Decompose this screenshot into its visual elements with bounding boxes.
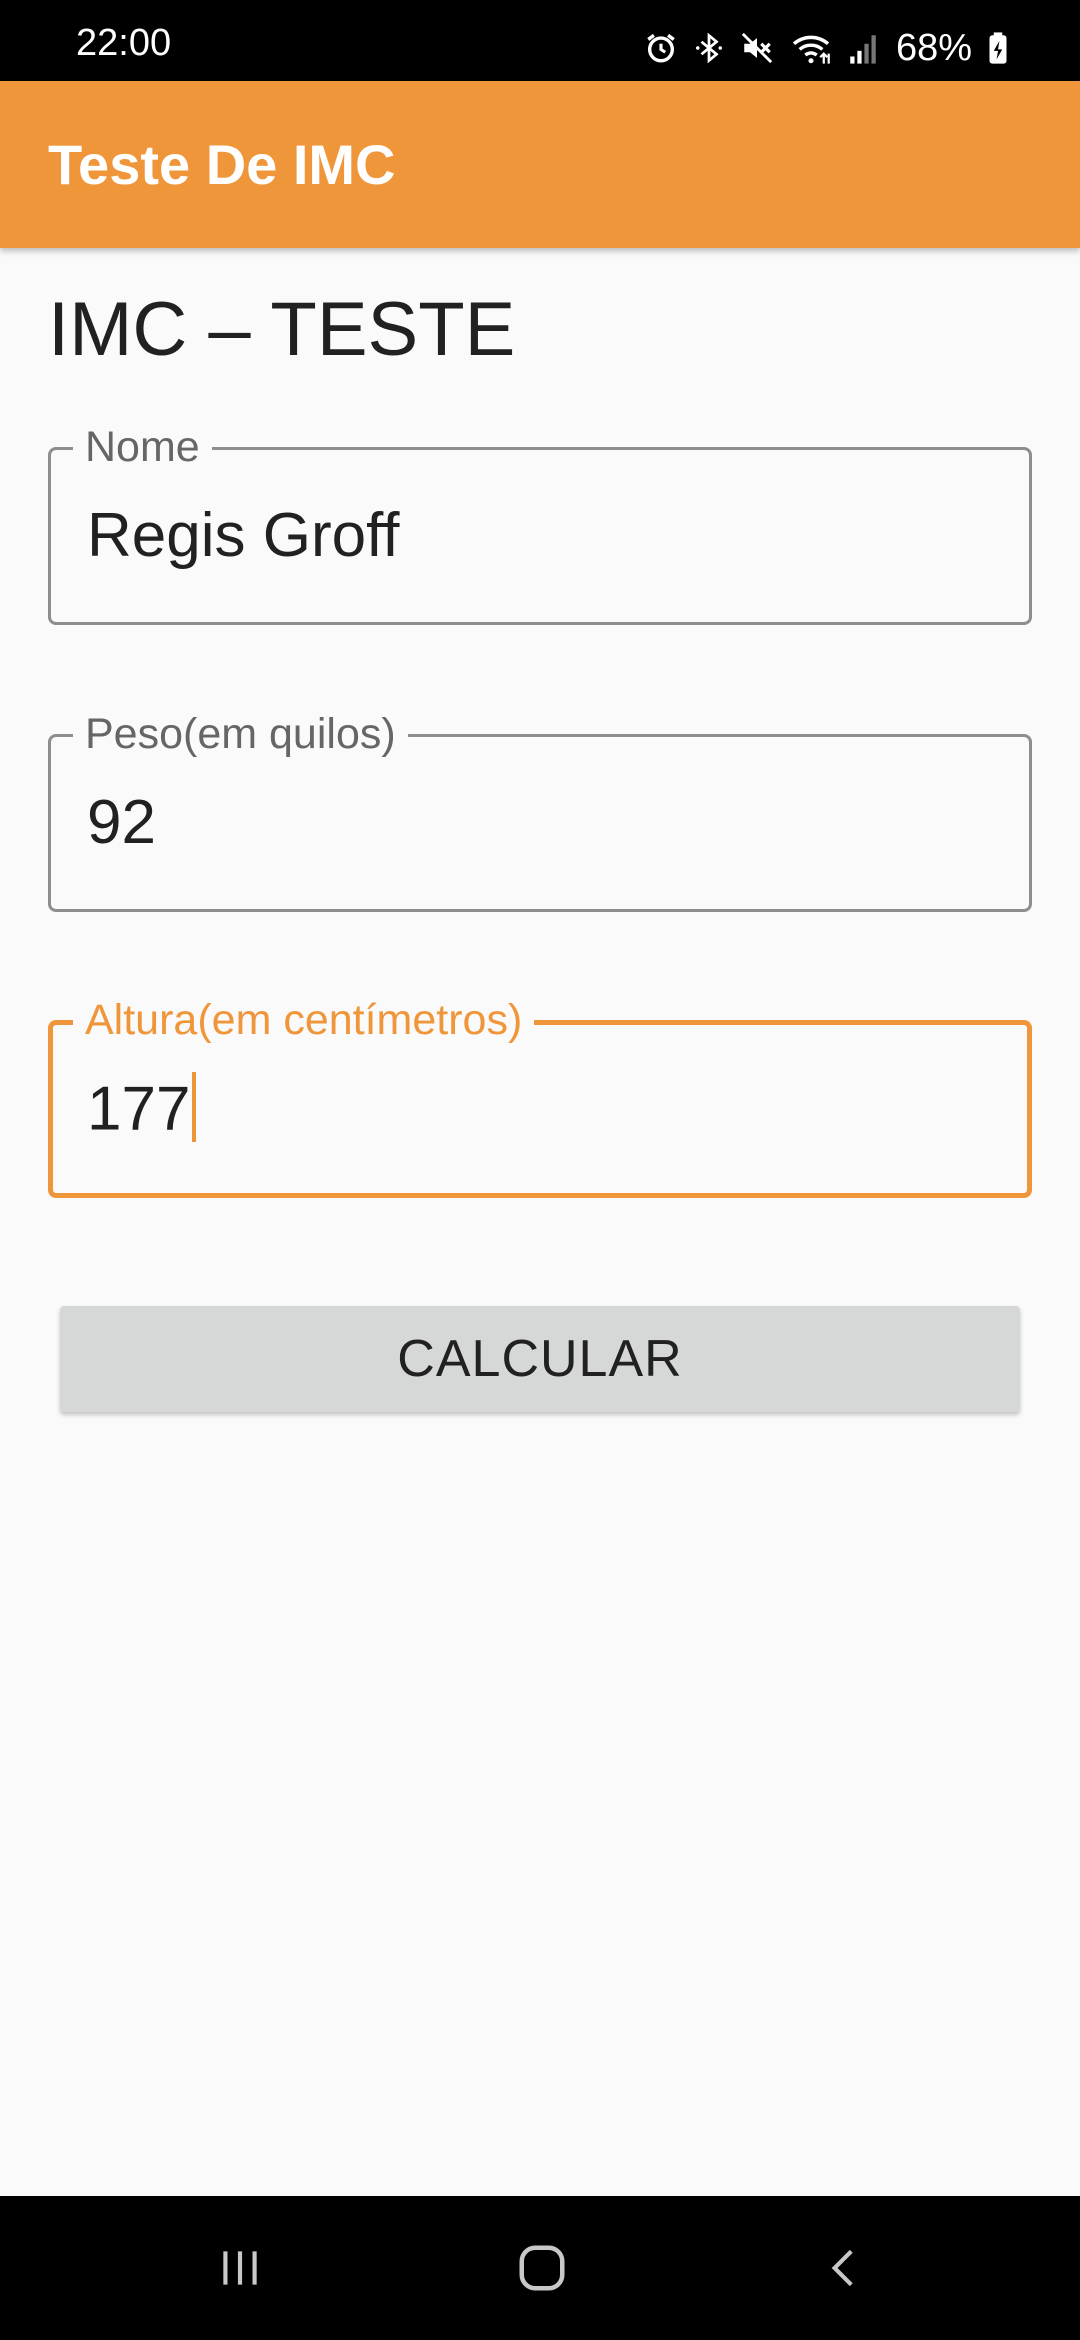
alarm-icon (647, 33, 675, 63)
name-field[interactable]: Nome Regis Groff (48, 423, 1032, 625)
calculate-button[interactable]: CALCULAR (60, 1306, 1020, 1412)
name-field-value[interactable]: Regis Groff (87, 505, 399, 567)
weight-field-label: Peso(em quilos) (73, 710, 408, 759)
recents-icon (223, 2251, 257, 2285)
back-icon (831, 2249, 853, 2287)
status-icons: 68% (644, 28, 1008, 68)
text-cursor (192, 1072, 197, 1142)
height-field-label: Altura(em centímetros) (73, 996, 535, 1045)
home-icon (519, 2245, 565, 2291)
bluetooth-icon (695, 32, 722, 64)
recents-button[interactable] (150, 2196, 330, 2340)
weight-field-value[interactable]: 92 (87, 792, 156, 854)
home-button[interactable] (452, 2196, 632, 2340)
height-field-value[interactable]: 177 (87, 1074, 190, 1143)
weight-field[interactable]: Peso(em quilos) 92 (48, 710, 1032, 912)
name-field-label: Nome (73, 423, 212, 472)
battery-level: 68% (895, 27, 972, 69)
wifi-icon (792, 35, 830, 64)
height-field[interactable]: Altura(em centímetros) 177 (48, 996, 1032, 1198)
mute-icon (741, 32, 773, 64)
back-button[interactable] (755, 2196, 935, 2340)
battery-icon (989, 32, 1007, 64)
signal-icon (850, 35, 876, 64)
page-title: IMC – TESTE (48, 287, 516, 372)
app-bar: Teste De IMC (0, 81, 1080, 248)
navigation-bar (0, 2196, 1080, 2340)
height-field-value-wrap[interactable]: 177 (87, 1072, 197, 1148)
status-time: 22:00 (76, 22, 172, 64)
status-bar: 22:00 68% (0, 0, 1080, 81)
app-title: Teste De IMC (48, 133, 396, 196)
